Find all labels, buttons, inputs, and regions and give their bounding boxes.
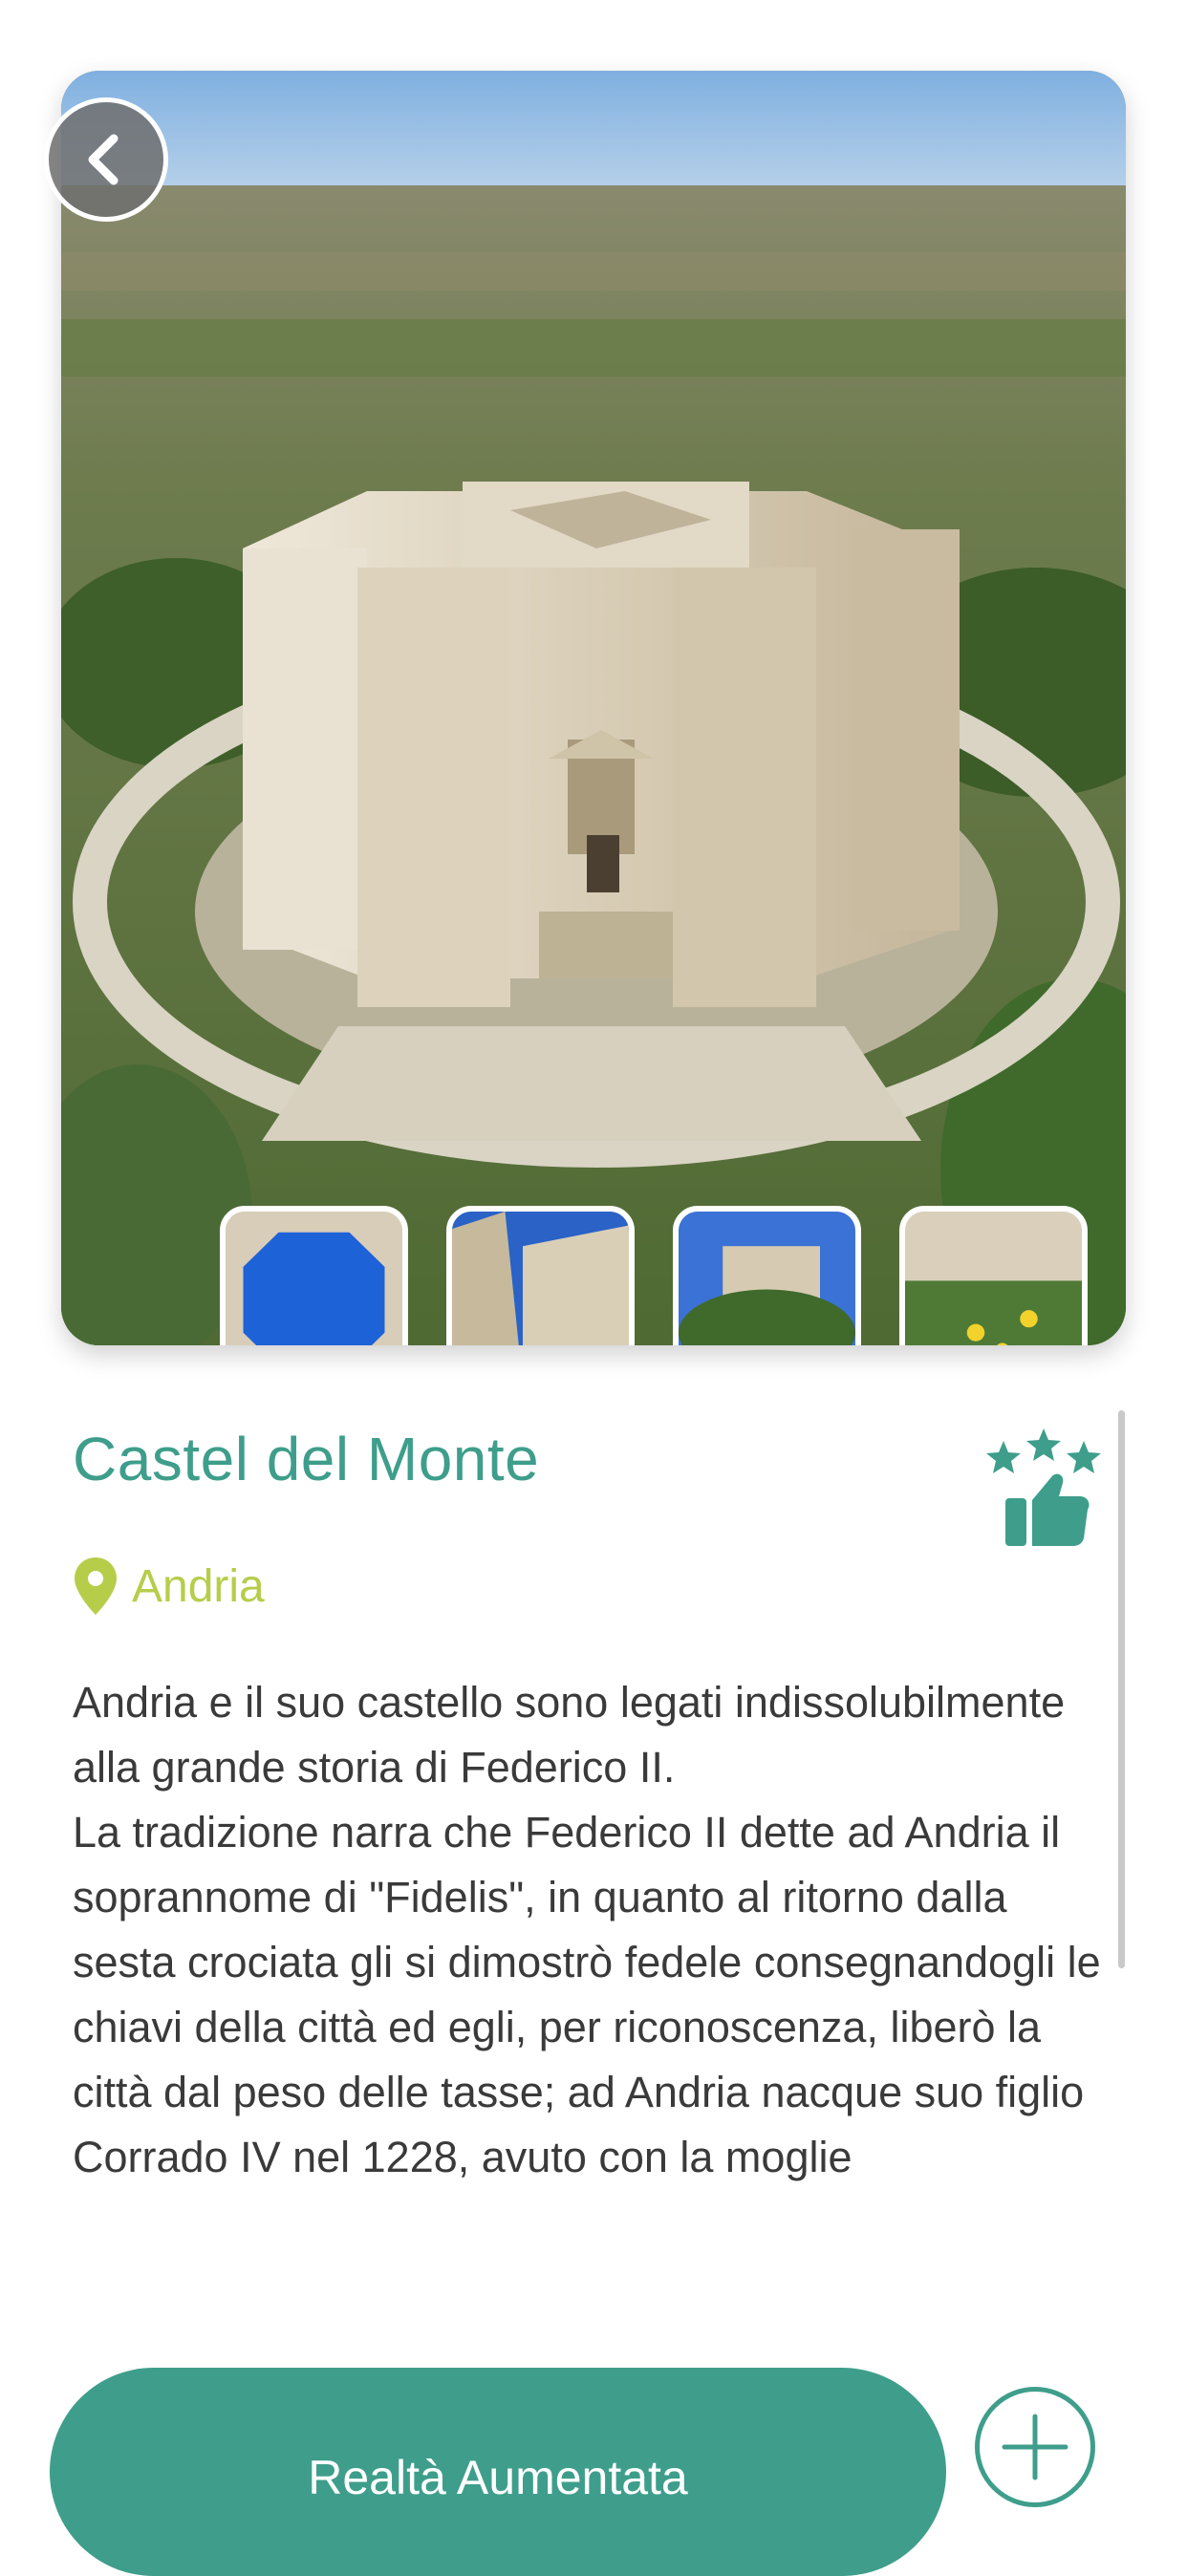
augmented-reality-button[interactable]: Realtà Aumentata [50,2368,946,2576]
gallery-thumbnail-4[interactable] [899,1206,1088,1345]
hero-image [61,71,1126,1345]
castle-aerial-photo [61,71,1126,1345]
map-pin-icon [75,1557,117,1615]
plus-icon [1002,2414,1068,2480]
scrollbar[interactable] [1118,1410,1125,1968]
gallery-thumbnail-3[interactable] [673,1206,861,1345]
gallery-thumbnails [220,1206,1088,1345]
place-description: Andria e il suo castello sono legati ind… [73,1678,1101,2181]
place-title: Castel del Monte [73,1425,540,1493]
back-button[interactable] [44,97,168,222]
stars-thumbs-up-icon [986,1428,1101,1546]
location-row: Andria [73,1556,265,1617]
rating-button[interactable] [984,1424,1109,1548]
location-city: Andria [132,1560,265,1612]
gallery-thumbnail-2[interactable] [446,1206,635,1345]
add-button[interactable] [975,2387,1095,2507]
gallery-thumbnail-1[interactable] [220,1206,408,1345]
chevron-left-icon [88,134,119,185]
